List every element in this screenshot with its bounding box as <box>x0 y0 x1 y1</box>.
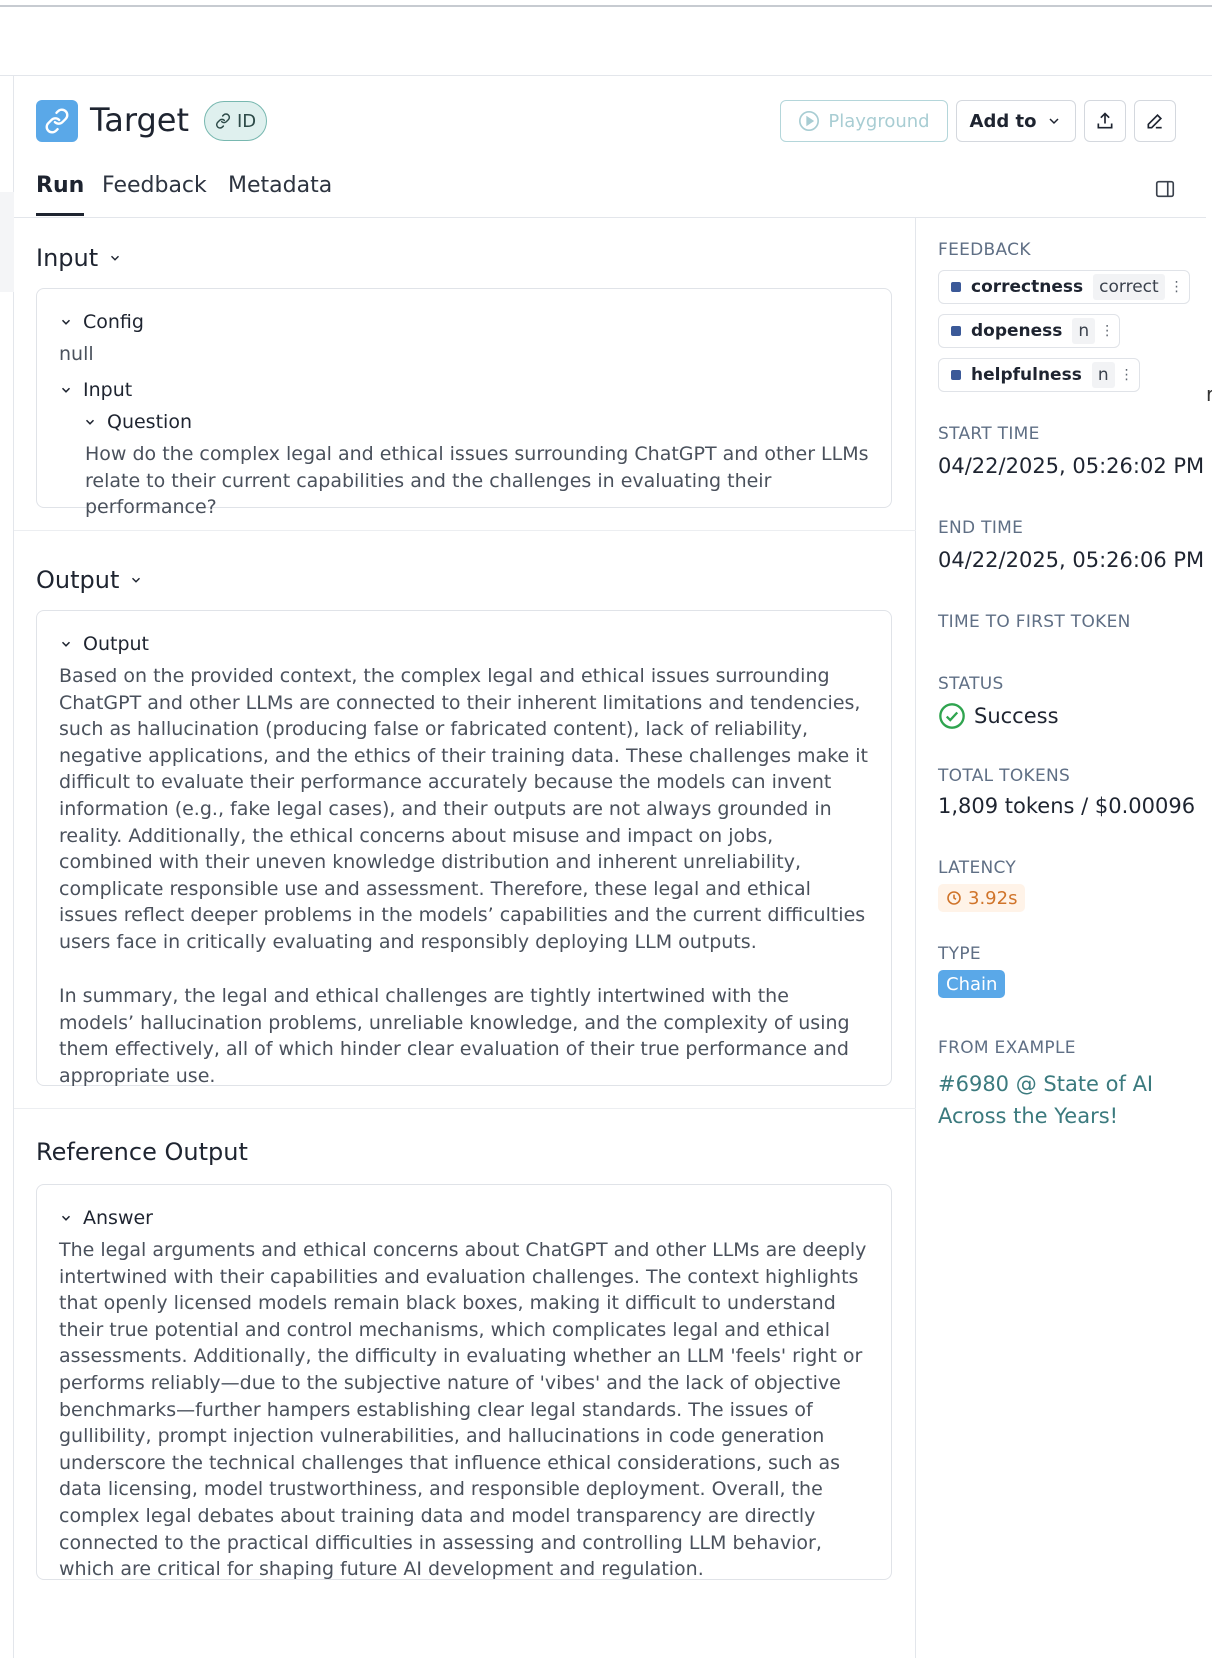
tab-feedback[interactable]: Feedback <box>102 168 207 204</box>
upload-icon <box>1097 112 1113 129</box>
feedback-label: FEEDBACK <box>938 240 1031 260</box>
input-node[interactable]: Input <box>59 377 132 403</box>
playground-button[interactable]: Playground <box>780 100 948 142</box>
feedback-key: correctness <box>971 277 1084 297</box>
latency-value: 3.92s <box>968 887 1018 909</box>
end-time-value: 04/22/2025, 05:26:06 PM <box>938 548 1205 572</box>
tab-run[interactable]: Run <box>36 168 85 216</box>
input-card: Config null Input Question How do the co… <box>36 288 892 518</box>
chevron-down-icon <box>132 577 141 583</box>
tab-bar: Run Feedback Metadata <box>14 168 1206 218</box>
chevron-down-icon <box>61 319 71 325</box>
feedback-chip[interactable]: helpfulness n ⋮ <box>938 358 1140 392</box>
question-node[interactable]: Question <box>83 409 192 435</box>
sidebar-toggle-icon[interactable] <box>1154 178 1176 200</box>
config-node[interactable]: Config <box>59 309 144 335</box>
divider <box>14 1108 916 1109</box>
type-badge: Chain <box>938 970 1006 998</box>
start-time-value: 04/22/2025, 05:26:02 PM <box>938 454 1205 478</box>
answer-node[interactable]: Answer <box>59 1205 153 1231</box>
start-time-label: START TIME <box>938 424 1040 444</box>
add-to-label: Add to <box>969 110 1037 132</box>
output-section-toggle[interactable]: Output <box>36 564 143 596</box>
question-text: How do the complex legal and ethical iss… <box>85 443 869 519</box>
config-value: null <box>59 343 94 365</box>
run-detail-panel: Target ID Playground Add to Run Feedback… <box>14 76 1206 1658</box>
output-paragraph-2: In summary, the legal and ethical challe… <box>59 985 850 1087</box>
divider <box>14 530 916 531</box>
output-label: Output <box>83 633 149 655</box>
check-circle-icon <box>939 703 965 729</box>
reference-heading: Reference Output <box>36 1138 248 1166</box>
share-button[interactable] <box>1084 100 1126 142</box>
feedback-chip[interactable]: correctness correct ⋮ <box>938 270 1190 304</box>
chevron-down-icon <box>61 641 71 647</box>
chevron-down-icon <box>111 255 120 261</box>
answer-label: Answer <box>83 1207 153 1229</box>
latency-label: LATENCY <box>938 858 1017 878</box>
feedback-chip[interactable]: dopeness n ⋮ <box>938 314 1121 348</box>
end-time-label: END TIME <box>938 518 1024 538</box>
config-label: Config <box>83 311 144 333</box>
feedback-value: n <box>1091 362 1115 388</box>
top-bar <box>0 0 1212 76</box>
id-badge[interactable]: ID <box>204 101 268 141</box>
link-icon <box>36 100 78 142</box>
total-tokens-value: 1,809 tokens / $0.00096 <box>938 794 1196 818</box>
input-heading: Input <box>36 244 99 272</box>
chevron-down-icon <box>1049 118 1059 125</box>
status-text: Success <box>974 704 1059 728</box>
latency-badge: 3.92s <box>938 884 1026 912</box>
feedback-key: helpfulness <box>971 365 1082 385</box>
edit-button[interactable] <box>1134 100 1176 142</box>
chevron-down-icon <box>61 1215 71 1221</box>
id-badge-label: ID <box>237 110 257 132</box>
feedback-dot <box>951 282 961 292</box>
output-node[interactable]: Output <box>59 631 149 657</box>
play-icon <box>799 111 820 131</box>
run-metadata-sidebar: FEEDBACK correctness correct ⋮ dopeness … <box>938 218 1206 1618</box>
run-header: Target ID Playground Add to <box>36 98 1196 144</box>
chevron-down-icon <box>61 387 71 393</box>
from-example-link[interactable]: #6980 @ State of AI Across the Years! <box>938 1068 1168 1132</box>
answer-text: The legal arguments and ethical concerns… <box>59 1239 867 1581</box>
feedback-key: dopeness <box>971 321 1063 341</box>
feedback-value: correct <box>1093 274 1165 300</box>
more-vertical-icon[interactable]: ⋮ <box>1095 323 1119 339</box>
more-vertical-icon[interactable]: ⋮ <box>1165 279 1189 295</box>
from-example-label: FROM EXAMPLE <box>938 1038 1076 1058</box>
status-value: Success <box>938 702 1059 730</box>
add-to-button[interactable]: Add to <box>956 100 1076 142</box>
page-title: Target <box>90 101 189 139</box>
playground-label: Playground <box>828 110 930 132</box>
rail-highlight <box>0 192 14 292</box>
clipped-edge-text: r <box>1206 382 1212 406</box>
output-paragraph-1: Based on the provided context, the compl… <box>59 665 868 953</box>
output-heading: Output <box>36 566 120 594</box>
left-rail <box>0 76 14 1658</box>
run-main-content: Input Config null Input Question How do … <box>14 218 916 1658</box>
feedback-dot <box>951 326 961 336</box>
input-label: Input <box>83 379 133 401</box>
chevron-down-icon <box>85 419 95 425</box>
total-tokens-label: TOTAL TOKENS <box>938 766 1071 786</box>
tab-metadata[interactable]: Metadata <box>228 168 332 204</box>
reference-card: Answer The legal arguments and ethical c… <box>36 1184 892 1580</box>
feedback-value: n <box>1072 318 1096 344</box>
feedback-dot <box>951 370 961 380</box>
ttft-label: TIME TO FIRST TOKEN <box>938 612 1131 632</box>
status-label: STATUS <box>938 674 1004 694</box>
type-label: TYPE <box>938 944 981 964</box>
input-section-toggle[interactable]: Input <box>36 242 122 274</box>
pencil-icon <box>1147 113 1163 129</box>
question-label: Question <box>107 411 192 433</box>
link-icon <box>215 113 231 129</box>
clock-icon <box>947 891 961 905</box>
more-vertical-icon[interactable]: ⋮ <box>1115 367 1139 383</box>
output-card: Output Based on the provided context, th… <box>36 610 892 1087</box>
